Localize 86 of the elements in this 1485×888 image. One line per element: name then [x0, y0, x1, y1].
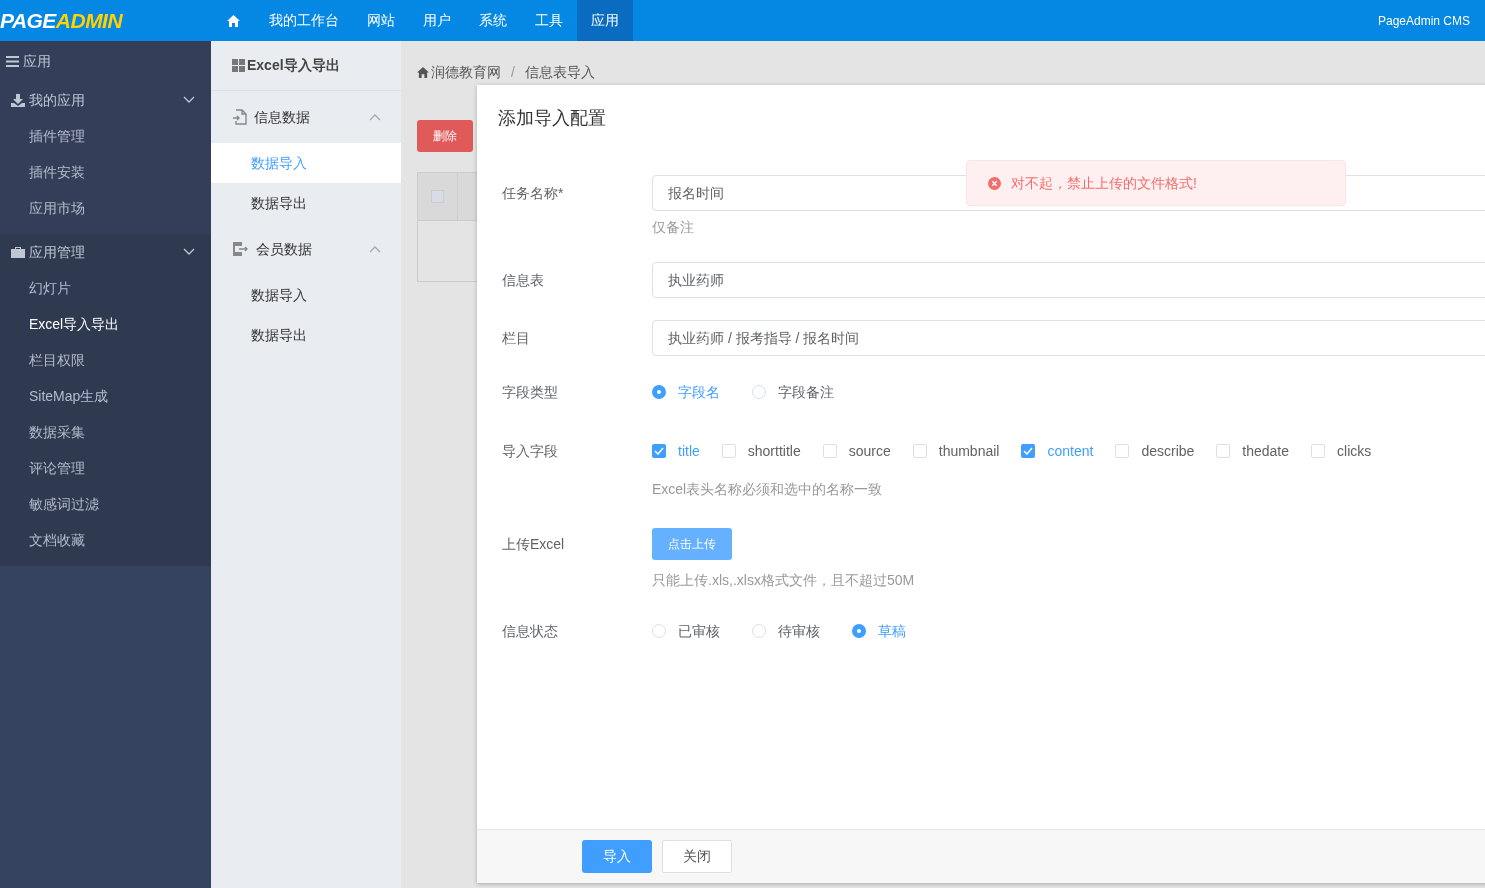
breadcrumb-separator: /	[511, 63, 515, 82]
help-text: Excel表头名称必须和选中的名称一致	[652, 480, 884, 499]
nav-tab[interactable]: 我的工作台	[255, 0, 353, 41]
menu-group[interactable]: 应用管理	[0, 234, 211, 270]
checkbox[interactable]	[912, 444, 927, 458]
radio-label: 草稿	[878, 621, 906, 641]
checkbox[interactable]	[652, 444, 666, 458]
breadcrumb-link[interactable]: 信息表导入	[524, 62, 595, 83]
menu-icon	[6, 56, 19, 67]
checkbox-label: clicks	[1337, 441, 1372, 461]
chevron-up-icon	[369, 113, 381, 121]
delete-button[interactable]: 删除	[417, 120, 473, 152]
menu-item[interactable]: 栏目权限	[0, 342, 211, 378]
checkbox-label: content	[1047, 441, 1094, 461]
field-label: 信息表	[502, 271, 545, 290]
text-field[interactable]: 执业药师 / 报考指导 / 报名时间	[652, 320, 1485, 356]
checkbox[interactable]	[1311, 444, 1326, 458]
menu-item[interactable]: 插件安装	[0, 154, 211, 190]
menu-item[interactable]: 数据采集	[0, 414, 211, 450]
checkbox-label: shorttitle	[747, 441, 801, 461]
checkbox[interactable]	[1216, 444, 1231, 458]
checkbox-label: source	[848, 441, 891, 461]
home-icon	[417, 67, 429, 78]
radio-button[interactable]	[752, 385, 766, 399]
dialog-title: 添加导入配置	[498, 106, 606, 130]
menu-item[interactable]: 数据导出	[211, 315, 401, 355]
nav-tab[interactable]: 系统	[465, 0, 521, 41]
close-button[interactable]: 关闭	[662, 840, 732, 873]
checkbox-label: describe	[1141, 441, 1195, 461]
logo: PAGEADMIN	[0, 7, 123, 34]
menu-item[interactable]: 文档收藏	[0, 522, 211, 558]
briefcase-icon	[11, 246, 25, 258]
error-message: 对不起，禁止上传的文件格式!	[1011, 173, 1197, 193]
brand-text: PageAdmin CMS	[1377, 12, 1470, 30]
chevron-down-icon	[183, 248, 195, 256]
document-import-icon	[232, 109, 248, 125]
exit-icon	[232, 241, 250, 257]
radio-button[interactable]	[652, 624, 666, 638]
radio-button[interactable]	[752, 624, 766, 638]
checkbox[interactable]	[1021, 444, 1036, 458]
checkbox[interactable]	[721, 444, 736, 458]
menu-item[interactable]: 评论管理	[0, 450, 211, 486]
menu-item[interactable]: 数据导入	[211, 275, 401, 315]
field-label: 字段类型	[502, 383, 559, 402]
radio-label: 字段名	[678, 382, 720, 402]
checkbox[interactable]	[822, 444, 837, 458]
menu-item[interactable]: 插件管理	[0, 118, 211, 154]
grid-icon	[232, 59, 245, 72]
menu-item[interactable]: 敏感词过滤	[0, 486, 211, 522]
menu-item[interactable]: Excel导入导出	[0, 306, 211, 342]
menu-item[interactable]: 数据导出	[211, 183, 401, 223]
menu-group[interactable]: 我的应用	[0, 82, 211, 118]
subnav-title: Excel导入导出	[247, 56, 340, 75]
error-icon	[988, 176, 1001, 190]
help-text: 只能上传.xls,.xlsx格式文件，且不超过50M	[652, 571, 915, 590]
nav-tab[interactable]: 网站	[353, 0, 409, 41]
checkbox-label: thumbnail	[938, 441, 1000, 461]
checkbox-label: title	[678, 441, 700, 461]
field-label: 任务名称*	[502, 184, 565, 203]
checkbox[interactable]	[1115, 444, 1130, 458]
nav-tab[interactable]: 应用	[577, 0, 633, 41]
field-label: 上传Excel	[502, 535, 566, 554]
help-text: 仅备注	[652, 218, 695, 237]
menu-item[interactable]: 幻灯片	[0, 270, 211, 306]
field-label: 信息状态	[502, 622, 559, 641]
radio-button[interactable]	[852, 624, 866, 638]
checkbox-label: thedate	[1242, 441, 1290, 461]
nav-tab[interactable]: 工具	[521, 0, 577, 41]
download-icon	[11, 93, 25, 107]
field-label: 栏目	[502, 329, 531, 348]
chevron-down-icon	[183, 96, 195, 104]
menu-group[interactable]: 会员数据	[211, 223, 401, 275]
radio-button[interactable]	[652, 385, 666, 399]
radio-label: 字段备注	[778, 382, 834, 402]
radio-label: 已审核	[678, 621, 720, 641]
text-field[interactable]: 执业药师	[652, 262, 1485, 298]
menu-item[interactable]: SiteMap生成	[0, 378, 211, 414]
nav-tab[interactable]: 用户	[409, 0, 465, 41]
menu-group[interactable]: 信息数据	[211, 91, 401, 143]
chevron-up-icon	[369, 245, 381, 253]
checkbox[interactable]	[431, 190, 444, 203]
field-label: 导入字段	[502, 442, 559, 461]
menu-item[interactable]: 应用市场	[0, 190, 211, 226]
radio-label: 待审核	[778, 621, 820, 641]
breadcrumb-link[interactable]: 润德教育网	[431, 62, 501, 83]
sidebar-title: 应用	[23, 52, 51, 71]
